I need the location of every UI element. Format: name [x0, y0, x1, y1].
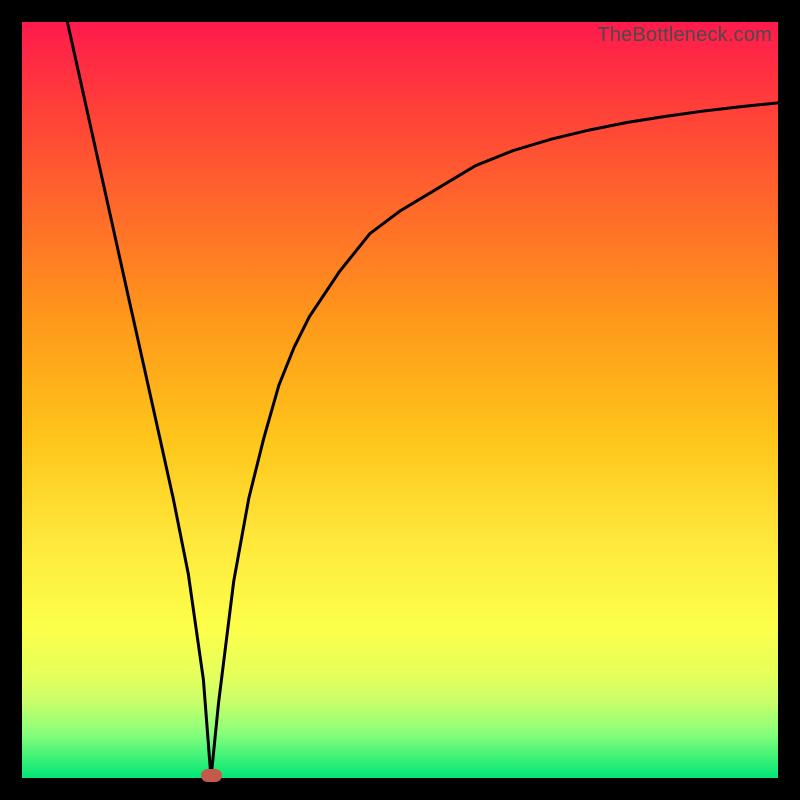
- bottleneck-curve-path: [67, 22, 778, 778]
- plot-area: TheBottleneck.com: [22, 22, 778, 778]
- chart-frame: TheBottleneck.com: [0, 0, 800, 800]
- watermark-text: TheBottleneck.com: [597, 24, 772, 47]
- curve-svg: [22, 22, 778, 778]
- optimum-marker: [201, 769, 222, 782]
